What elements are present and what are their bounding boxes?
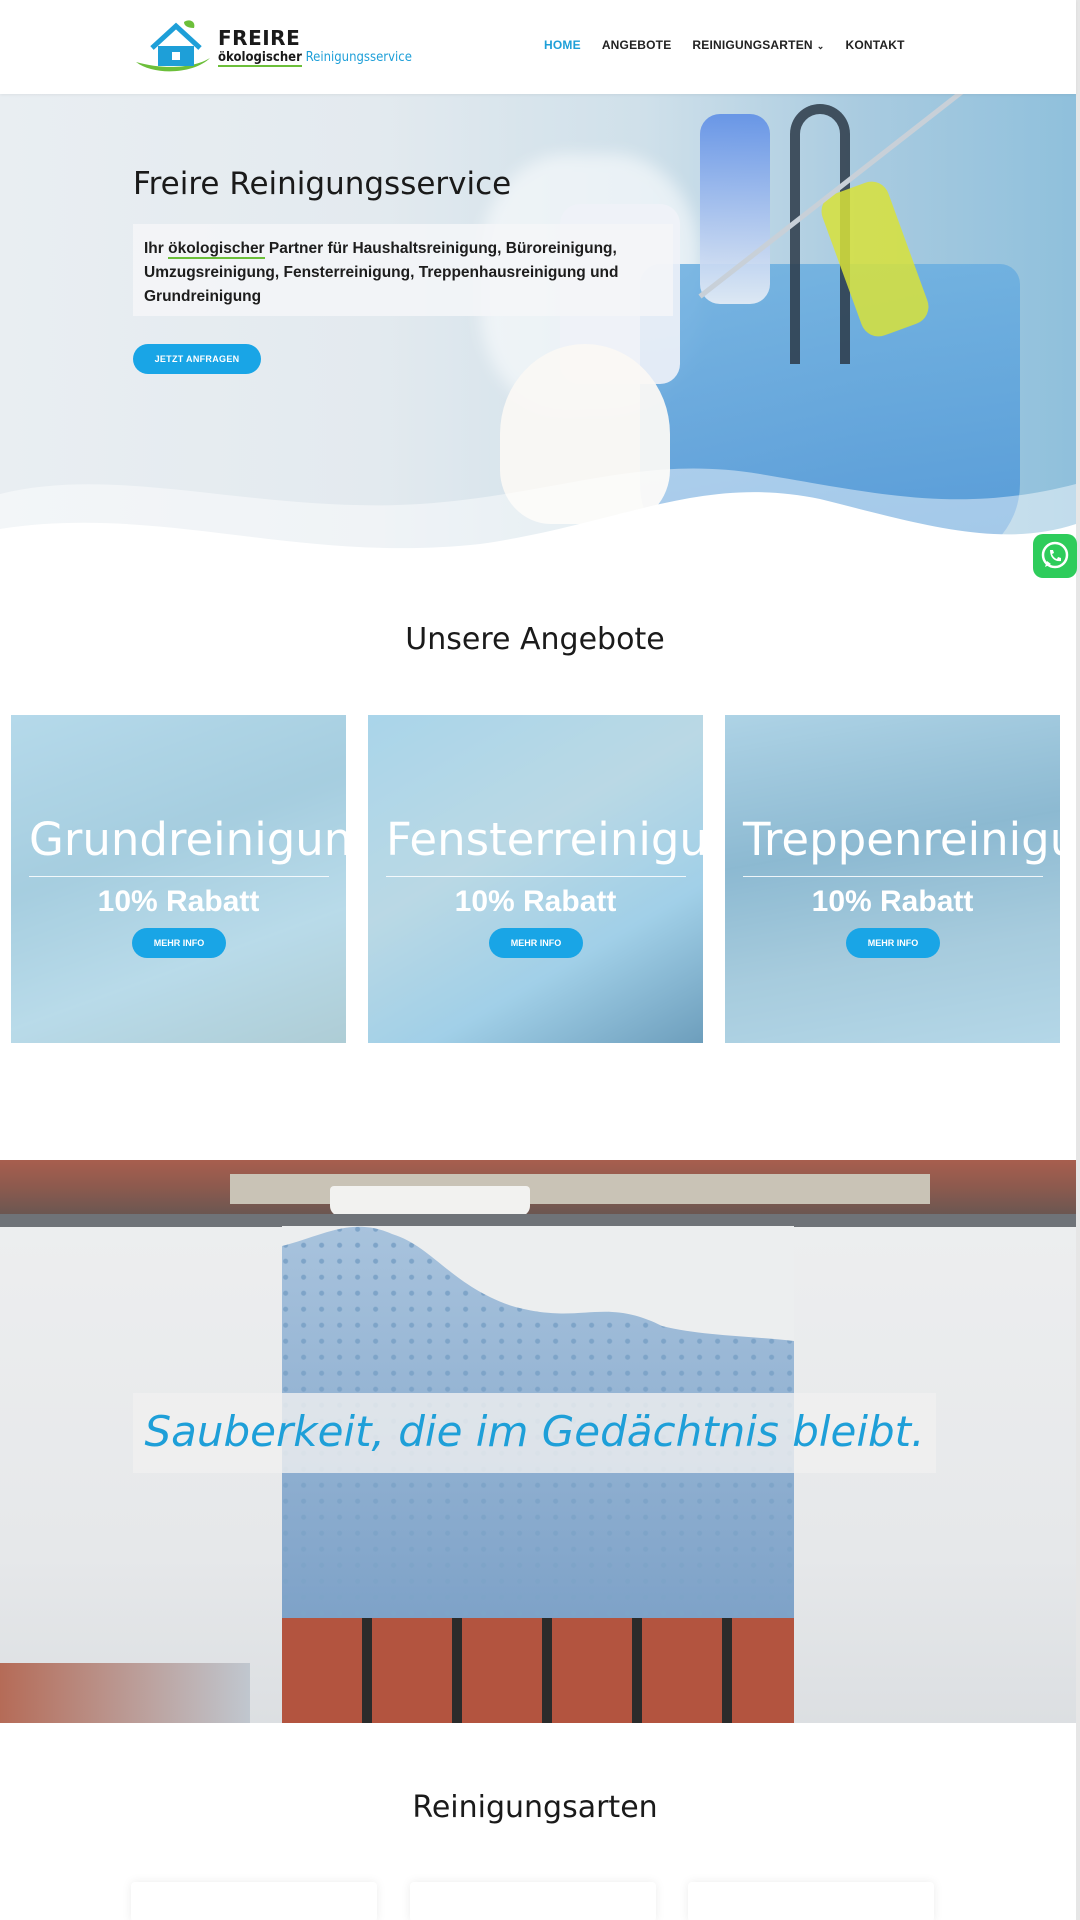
card-overlay [725, 715, 1060, 1043]
offers-heading: Unsere Angebote [405, 622, 665, 657]
elbphilharmonie-banner: Sauberkeit, die im Gedächtnis bleibt. [0, 1160, 1076, 1723]
offer-discount: 10% Rabatt [97, 885, 260, 918]
site-header: FREIRE ökologischer Reinigungsservice HO… [0, 0, 1076, 94]
cleaning-type-card[interactable] [131, 1882, 377, 1920]
site-logo[interactable]: FREIRE ökologischer Reinigungsservice [134, 18, 412, 74]
building-roof-wave [282, 1226, 794, 1341]
city-skyline [0, 1663, 250, 1723]
offer-card-treppenreinigung[interactable]: Treppenreinigung 10% Rabatt MEHR INFO [725, 715, 1060, 1043]
harbor-ship [330, 1186, 530, 1216]
main-nav: HOME ANGEBOTE REINIGUNGSARTEN ⌄ KONTAKT [544, 38, 926, 52]
whatsapp-icon [1041, 541, 1069, 569]
house-logo-icon [136, 20, 210, 72]
more-info-button[interactable]: MEHR INFO [132, 928, 226, 958]
nav-angebote[interactable]: ANGEBOTE [602, 38, 672, 52]
cleaning-type-card[interactable] [410, 1882, 656, 1920]
logo-subtitle: ökologischer Reinigungsservice [218, 50, 412, 67]
card-overlay [11, 715, 346, 1043]
more-info-button[interactable]: MEHR INFO [489, 928, 583, 958]
nav-reinigungsarten[interactable]: REINIGUNGSARTEN ⌄ [692, 38, 824, 52]
nav-home[interactable]: HOME [544, 38, 581, 52]
hero-text-eco: ökologischer [168, 240, 265, 259]
banner-quote: Sauberkeit, die im Gedächtnis bleibt. [144, 1407, 925, 1456]
offer-card-title: Fensterreinigung [386, 813, 703, 866]
more-info-button[interactable]: MEHR INFO [846, 928, 940, 958]
nav-reinigungsarten-label: REINIGUNGSARTEN [692, 38, 813, 52]
offer-card-grundreinigung[interactable]: Grundreinigung 10% Rabatt MEHR INFO [11, 715, 346, 1043]
request-now-button[interactable]: JETZT ANFRAGEN [133, 344, 261, 374]
card-divider [386, 876, 686, 877]
offer-discount: 10% Rabatt [811, 885, 974, 918]
quote-box: Sauberkeit, die im Gedächtnis bleibt. [133, 1393, 936, 1473]
logo-title: FREIRE [218, 26, 301, 50]
offer-discount: 10% Rabatt [454, 885, 617, 918]
whatsapp-button[interactable] [1033, 534, 1077, 578]
hero-section [0, 94, 1076, 564]
card-overlay [368, 715, 703, 1043]
hero-intro-text: Ihr ökologischer Partner für Haushaltsre… [144, 237, 662, 309]
harbor-image [0, 1160, 1076, 1227]
hero-bottle-image [700, 114, 770, 304]
cleaning-type-card[interactable] [688, 1882, 934, 1920]
cleaning-types-heading: Reinigungsarten [412, 1790, 658, 1825]
offer-card-title: Treppenreinigung [743, 813, 1060, 866]
logo-sub-eco: ökologischer [218, 50, 302, 67]
card-divider [743, 876, 1043, 877]
offer-card-fensterreinigung[interactable]: Fensterreinigung 10% Rabatt MEHR INFO [368, 715, 703, 1043]
page-scrollbar[interactable] [1076, 0, 1080, 1920]
chevron-down-icon: ⌄ [816, 41, 825, 51]
offer-card-title: Grundreinigung [29, 813, 346, 866]
hero-title: Freire Reinigungsservice [133, 166, 512, 202]
building-brick-base [282, 1618, 794, 1723]
hero-wave-divider [0, 468, 1076, 564]
nav-kontakt[interactable]: KONTAKT [846, 38, 905, 52]
hero-intro-box: Ihr ökologischer Partner für Haushaltsre… [133, 224, 673, 316]
card-divider [29, 876, 329, 877]
logo-sub-service: Reinigungsservice [305, 50, 412, 65]
hero-text-prefix: Ihr [144, 240, 164, 257]
